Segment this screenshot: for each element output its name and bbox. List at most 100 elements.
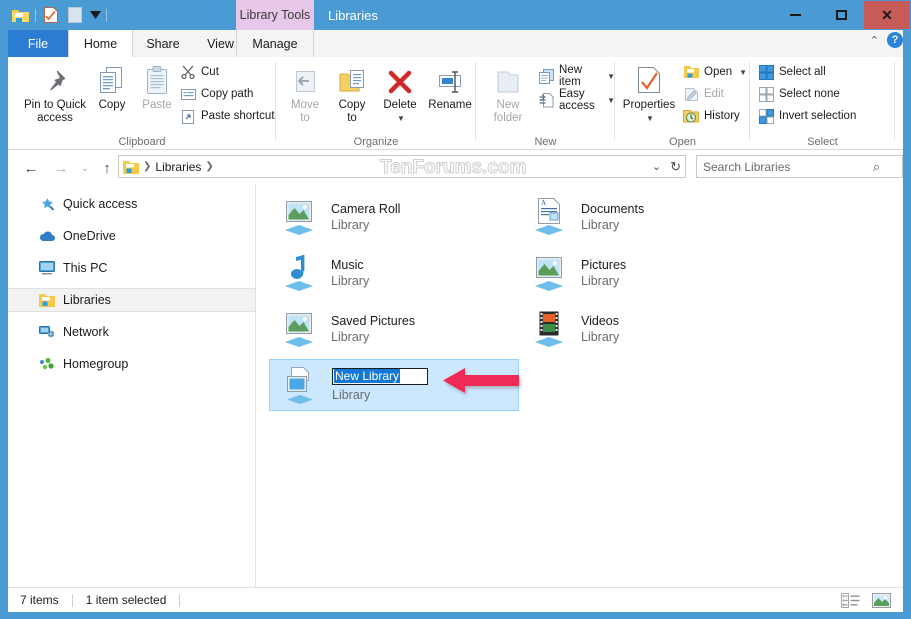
file-item-camera-roll[interactable]: Camera Roll Library — [269, 192, 519, 242]
tab-manage[interactable]: Manage — [236, 30, 314, 57]
paste-shortcut-button[interactable]: Paste shortcut — [180, 108, 275, 124]
file-item-saved-pictures[interactable]: Saved Pictures Library — [269, 304, 519, 354]
copy-path-icon — [180, 86, 196, 102]
up-button[interactable]: ↑ — [96, 157, 118, 179]
view-mode-buttons — [841, 588, 891, 613]
paste-button[interactable]: Paste — [136, 61, 178, 112]
sidebar-item-this-pc[interactable]: This PC — [8, 256, 255, 280]
file-name-documents: Documents — [581, 201, 644, 217]
address-breadcrumb-bar[interactable]: ❯ Libraries ❯ ⌄ ↻ — [118, 155, 686, 178]
breadcrumb-separator-libraries[interactable]: ❯ — [205, 161, 213, 172]
back-button[interactable]: ← — [20, 157, 42, 179]
invert-selection-button[interactable]: Invert selection — [758, 108, 856, 124]
group-label-select: Select — [750, 136, 895, 148]
close-button[interactable]: ✕ — [864, 1, 910, 29]
address-history-dropdown-icon[interactable]: ⌄ — [652, 160, 661, 173]
tab-share[interactable]: Share — [133, 30, 193, 57]
new-item-button[interactable]: New item ▼ — [539, 64, 615, 88]
edit-label: Edit — [704, 88, 724, 100]
address-bar-row: ← → ⌄ ↑ ❯ Libraries ❯ ⌄ ↻ ⌕ — [8, 150, 903, 184]
edit-button[interactable]: Edit — [683, 86, 724, 102]
large-icons-view-button[interactable] — [872, 593, 891, 608]
sidebar-label-homegroup: Homegroup — [63, 357, 128, 371]
history-icon — [683, 108, 699, 124]
copy-path-button[interactable]: Copy path — [180, 86, 253, 102]
copy-icon — [99, 61, 125, 95]
minimize-button[interactable] — [772, 1, 818, 29]
properties-label: Properties — [623, 99, 675, 112]
navigation-pane: Quick access OneDrive — [8, 184, 255, 587]
properties-caret-icon[interactable]: ▼ — [646, 112, 654, 125]
collapse-ribbon-icon[interactable]: ⌃ — [870, 34, 879, 47]
select-none-icon — [758, 86, 774, 102]
file-item-videos[interactable]: Videos Library — [519, 304, 769, 354]
breadcrumb-libraries[interactable]: Libraries — [155, 160, 201, 174]
video-library-icon — [527, 307, 571, 351]
select-all-button[interactable]: Select all — [758, 64, 826, 80]
properties-button[interactable]: Properties ▼ — [620, 61, 678, 125]
breadcrumb-separator-root[interactable]: ❯ — [143, 161, 151, 172]
new-folder-icon[interactable] — [63, 0, 87, 30]
open-caret-icon[interactable]: ▼ — [739, 68, 747, 77]
file-text-saved-pictures: Saved Pictures Library — [331, 313, 415, 345]
file-name-pictures: Pictures — [581, 257, 626, 273]
file-item-documents[interactable]: A Documents Library — [519, 192, 769, 242]
sidebar-item-homegroup[interactable]: Homegroup — [8, 352, 255, 376]
select-none-button[interactable]: Select none — [758, 86, 840, 102]
tab-home[interactable]: Home — [68, 30, 133, 57]
new-folder-button[interactable]: New folder — [484, 61, 532, 125]
sidebar-item-libraries[interactable]: Libraries — [8, 288, 255, 312]
sidebar-item-network[interactable]: Network — [8, 320, 255, 344]
history-button[interactable]: History — [683, 108, 740, 124]
new-folder-label-1: New — [496, 99, 519, 112]
explorer-icon[interactable] — [8, 0, 32, 30]
file-name-saved-pictures: Saved Pictures — [331, 313, 415, 329]
picture-library-icon — [277, 195, 321, 239]
copy-button[interactable]: Copy — [92, 61, 132, 112]
cut-button[interactable]: Cut — [180, 64, 219, 80]
quick-access-toolbar — [8, 0, 110, 30]
contextual-tab-library-tools[interactable]: Library Tools — [236, 0, 314, 30]
search-input[interactable] — [703, 160, 873, 174]
qat-separator-1 — [35, 9, 36, 22]
customize-qat-caret[interactable] — [87, 0, 103, 30]
sidebar-label-network: Network — [63, 325, 109, 339]
open-label: Open — [704, 66, 732, 78]
copy-to-label-2: to — [347, 112, 357, 125]
delete-caret-icon[interactable]: ▼ — [397, 112, 405, 125]
search-icon[interactable]: ⌕ — [873, 159, 880, 175]
recent-locations-button[interactable]: ⌄ — [74, 157, 96, 179]
move-to-button[interactable]: Move to — [284, 61, 326, 125]
delete-button[interactable]: Delete ▼ — [376, 61, 424, 125]
sidebar-label-this-pc: This PC — [63, 261, 107, 275]
properties-icon[interactable] — [39, 0, 63, 30]
open-button[interactable]: Open ▼ — [683, 64, 747, 80]
sidebar-item-onedrive[interactable]: OneDrive — [8, 224, 255, 248]
copy-to-label-1: Copy — [339, 99, 366, 112]
explorer-window: Library Tools Libraries ✕ File Home Shar… — [0, 0, 911, 619]
file-item-pictures[interactable]: Pictures Library — [519, 248, 769, 298]
file-text-videos: Videos Library — [581, 313, 619, 345]
rename-button[interactable]: Rename — [426, 61, 474, 112]
close-icon: ✕ — [881, 8, 893, 22]
window-title: Libraries — [328, 0, 378, 30]
file-type-camera-roll: Library — [331, 217, 400, 233]
forward-button[interactable]: → — [50, 157, 72, 179]
file-item-music[interactable]: Music Library — [269, 248, 519, 298]
maximize-button[interactable] — [818, 1, 864, 29]
search-box[interactable]: ⌕ — [696, 155, 903, 178]
details-view-button[interactable] — [841, 593, 860, 608]
invert-selection-icon — [758, 108, 774, 124]
copy-path-label: Copy path — [201, 88, 253, 100]
copy-label: Copy — [99, 99, 126, 112]
tab-file[interactable]: File — [8, 30, 68, 57]
help-icon[interactable]: ? — [887, 32, 903, 48]
sidebar-item-quick-access[interactable]: Quick access — [8, 192, 255, 216]
new-folder-icon — [495, 61, 521, 95]
rename-input[interactable]: New Library — [332, 368, 428, 385]
refresh-icon[interactable]: ↻ — [670, 159, 681, 175]
copy-to-button[interactable]: Copy to — [331, 61, 373, 125]
picture-library-icon — [277, 307, 321, 351]
easy-access-button[interactable]: Easy access ▼ — [539, 88, 615, 112]
pin-to-quick-access-button[interactable]: Pin to Quick access — [22, 61, 88, 125]
